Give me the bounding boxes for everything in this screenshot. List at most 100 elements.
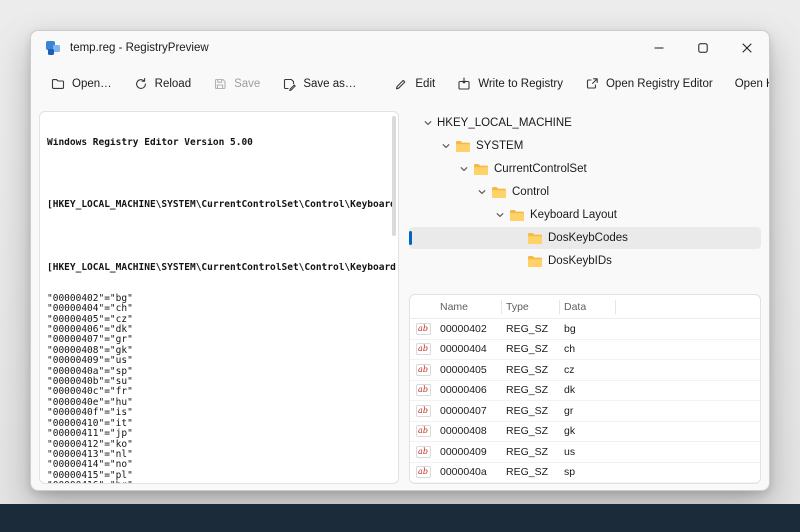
folder-icon [509, 209, 530, 222]
open-button-label: Open… [72, 78, 112, 90]
value-data: ch [560, 343, 760, 355]
chevron-down-icon[interactable] [419, 118, 437, 128]
value-name: 00000404 [436, 343, 502, 355]
save-as-button-label: Save as… [303, 78, 356, 90]
tree-item-doskeybcodes[interactable]: DosKeybCodes [409, 227, 761, 249]
value-type: REG_SZ [502, 405, 560, 417]
value-data: cz [560, 364, 760, 376]
edit-button[interactable]: Edit [384, 71, 445, 97]
grid-row[interactable]: ab 00000407 REG_SZ gr [410, 401, 760, 422]
taskbar[interactable] [0, 504, 800, 532]
tree-item-doskeybids[interactable]: DosKeybIDs [409, 250, 761, 272]
value-type: REG_SZ [502, 425, 560, 437]
write-to-registry-button[interactable]: Write to Registry [447, 71, 573, 97]
value-name: 00000409 [436, 446, 502, 458]
string-value-icon: ab [410, 446, 436, 458]
tree-item-label: HKEY_LOCAL_MACHINE [437, 117, 572, 129]
close-button[interactable] [725, 31, 769, 65]
grid-column-type[interactable]: Type [502, 300, 560, 314]
edit-icon [394, 77, 408, 91]
value-type: REG_SZ [502, 323, 560, 335]
value-type: REG_SZ [502, 343, 560, 355]
window-controls [637, 31, 769, 65]
string-value-icon: ab [410, 364, 436, 376]
grid-row[interactable]: ab 00000406 REG_SZ dk [410, 381, 760, 402]
tree-item-label: DosKeybCodes [548, 232, 628, 244]
value-type: REG_SZ [502, 466, 560, 478]
chevron-down-icon[interactable] [473, 187, 491, 197]
grid-column-data[interactable]: Data [560, 300, 616, 314]
toolbar: Open… Reload Save Save as… [31, 65, 769, 103]
value-name: 00000406 [436, 384, 502, 396]
app-icon [45, 40, 61, 56]
folder-icon [527, 255, 548, 268]
grid-header: Name Type Data [410, 295, 760, 319]
save-icon [213, 77, 227, 91]
grid-row[interactable]: ab 00000409 REG_SZ us [410, 442, 760, 463]
tree-item-keyboard-layout[interactable]: Keyboard Layout [409, 204, 761, 226]
right-panel: HKEY_LOCAL_MACHINE SYSTEM [409, 111, 761, 484]
reg-file-editor[interactable]: Windows Registry Editor Version 5.00 [HK… [39, 111, 399, 484]
value-data: bg [560, 323, 760, 335]
save-as-icon [282, 77, 296, 91]
edit-button-label: Edit [415, 78, 435, 90]
desktop: temp.reg - RegistryPreview [0, 0, 800, 532]
value-type: REG_SZ [502, 364, 560, 376]
string-value-icon: ab [410, 405, 436, 417]
write-registry-icon [457, 77, 471, 91]
maximize-button[interactable] [681, 31, 725, 65]
editor-text: Windows Registry Editor Version 5.00 [HK… [47, 117, 396, 484]
reload-button[interactable]: Reload [124, 71, 201, 97]
value-data: gk [560, 425, 760, 437]
chevron-down-icon[interactable] [437, 141, 455, 151]
minimize-button[interactable] [637, 31, 681, 65]
save-as-button[interactable]: Save as… [272, 71, 366, 97]
grid-row[interactable]: ab 0000040a REG_SZ sp [410, 463, 760, 484]
titlebar-left: temp.reg - RegistryPreview [45, 40, 209, 56]
string-value-icon: ab [410, 384, 436, 396]
tree-item-label: SYSTEM [476, 140, 523, 152]
close-icon [742, 43, 752, 53]
grid-row[interactable]: ab 00000405 REG_SZ cz [410, 360, 760, 381]
save-button[interactable]: Save [203, 71, 270, 97]
value-name: 00000407 [436, 405, 502, 417]
chevron-down-icon[interactable] [491, 210, 509, 220]
folder-icon [527, 232, 548, 245]
open-key-button-label: Open Key [735, 78, 770, 90]
grid-row[interactable]: ab 00000404 REG_SZ ch [410, 340, 760, 361]
value-name: 00000402 [436, 323, 502, 335]
app-window: temp.reg - RegistryPreview [30, 30, 770, 491]
folder-icon [473, 163, 494, 176]
open-registry-editor-button[interactable]: Open Registry Editor [575, 71, 723, 97]
tree-item-currentcontrolset[interactable]: CurrentControlSet [409, 158, 761, 180]
grid-row[interactable]: ab 00000408 REG_SZ gk [410, 422, 760, 443]
tree-item-hkey-local-machine[interactable]: HKEY_LOCAL_MACHINE [409, 112, 761, 134]
reload-icon [134, 77, 148, 91]
value-name: 0000040a [436, 466, 502, 478]
maximize-icon [698, 43, 708, 53]
tree-item-system[interactable]: SYSTEM [409, 135, 761, 157]
open-button[interactable]: Open… [41, 71, 122, 97]
open-key-button[interactable]: Open Key [725, 72, 770, 96]
value-data: sp [560, 466, 760, 478]
value-type: REG_SZ [502, 446, 560, 458]
folder-open-icon [51, 77, 65, 91]
registry-tree: HKEY_LOCAL_MACHINE SYSTEM [409, 111, 761, 288]
tree-item-control[interactable]: Control [409, 181, 761, 203]
string-value-icon: ab [410, 466, 436, 478]
minimize-icon [654, 43, 664, 53]
tree-item-label: Control [512, 186, 549, 198]
folder-icon [455, 140, 476, 153]
value-type: REG_SZ [502, 384, 560, 396]
titlebar[interactable]: temp.reg - RegistryPreview [31, 31, 769, 65]
grid-column-name[interactable]: Name [436, 300, 502, 314]
grid-row[interactable]: ab 00000402 REG_SZ bg [410, 319, 760, 340]
chevron-down-icon[interactable] [455, 164, 473, 174]
editor-section-line-2: [HKEY_LOCAL_MACHINE\SYSTEM\CurrentContro… [47, 263, 396, 273]
open-external-icon [585, 77, 599, 91]
values-grid: Name Type Data ab 00000402 REG_SZ bg ab … [409, 294, 761, 484]
value-name: 00000408 [436, 425, 502, 437]
editor-blank-line [47, 231, 396, 241]
editor-blank-line [47, 169, 396, 179]
editor-scrollbar[interactable] [392, 116, 396, 236]
